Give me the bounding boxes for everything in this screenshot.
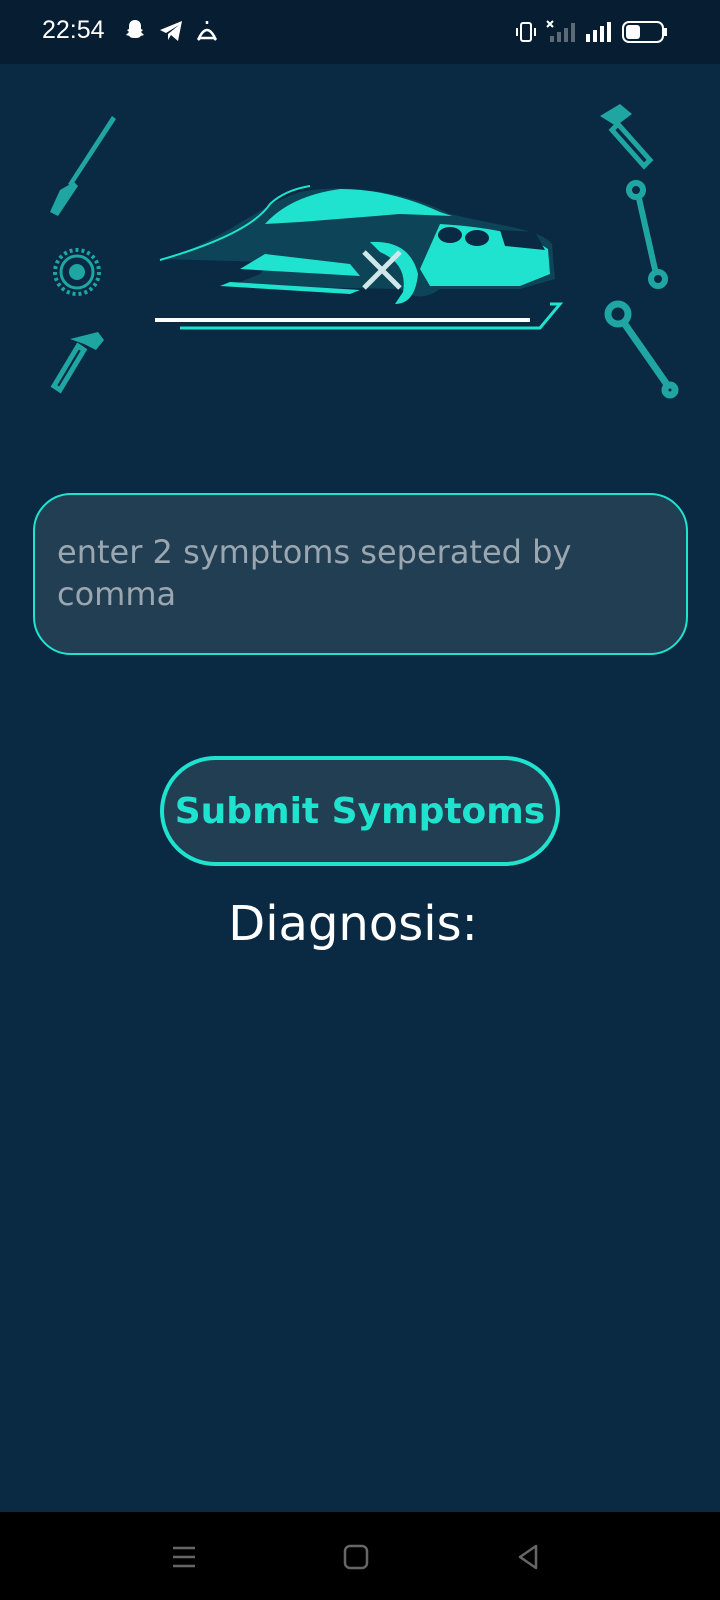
submit-symptoms-button[interactable]: Submit Symptoms [160, 756, 560, 866]
hammer-icon [600, 104, 654, 170]
car-repair-logo [155, 185, 564, 330]
signal-icon [584, 20, 614, 48]
home-icon[interactable] [332, 1534, 380, 1580]
snapchat-icon [122, 18, 148, 48]
hammer-icon [50, 332, 104, 394]
diagnosis-label: Diagnosis: [228, 896, 478, 952]
header-graphic [0, 64, 720, 434]
navigation-bar [0, 1512, 720, 1600]
wrench-icon [626, 180, 668, 289]
status-bar: 22:54 [0, 0, 720, 64]
adjustable-wrench-icon [604, 300, 679, 399]
symptom-input[interactable] [33, 493, 688, 655]
vibrate-icon [514, 20, 538, 48]
telegram-icon [158, 18, 184, 48]
gear-icon [53, 248, 101, 296]
menu-icon[interactable] [160, 1534, 208, 1580]
battery-icon [622, 20, 668, 48]
status-time: 22:54 [42, 16, 105, 44]
signal-no-service-icon [546, 20, 576, 48]
back-icon[interactable] [504, 1534, 552, 1580]
screwdriver-icon [50, 116, 116, 216]
alarm-icon [194, 18, 220, 48]
